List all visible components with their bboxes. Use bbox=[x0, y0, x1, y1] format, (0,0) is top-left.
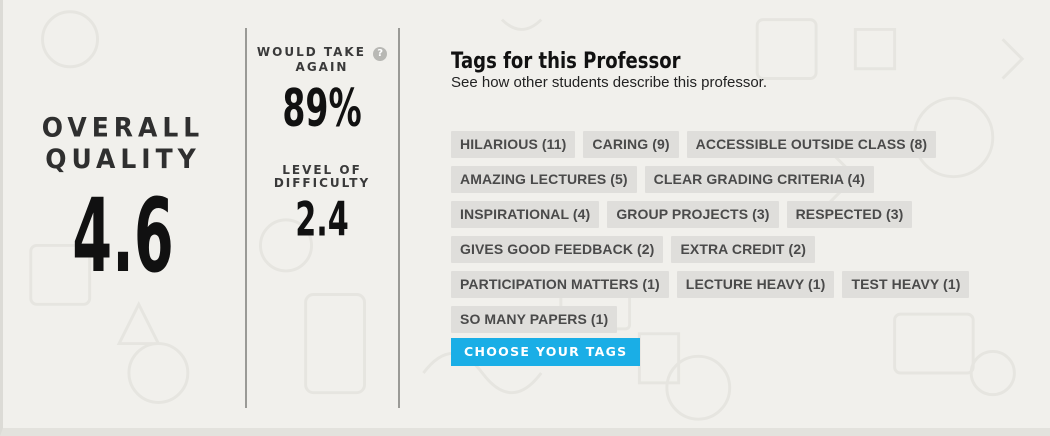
would-take-again-line2: AGAIN bbox=[295, 60, 349, 74]
tags-section: Tags for this Professor See how other st… bbox=[451, 48, 1041, 341]
would-take-again-value: 89% bbox=[282, 77, 362, 139]
tag-item: LECTURE HEAVY (1) bbox=[676, 271, 835, 298]
tag-item: RESPECTED (3) bbox=[786, 201, 913, 228]
tags-subtitle: See how other students describe this pro… bbox=[451, 74, 768, 91]
divider-right bbox=[398, 28, 400, 408]
would-take-again-line1: WOULD TAKE bbox=[256, 45, 366, 59]
difficulty-label-line2: DIFFICULTY bbox=[273, 176, 371, 190]
overall-quality-section: OVERALL QUALITY 4.6 bbox=[23, 113, 223, 297]
tag-item: EXTRA CREDIT (2) bbox=[671, 236, 815, 263]
tag-item: ACCESSIBLE OUTSIDE CLASS (8) bbox=[686, 131, 937, 158]
tag-item: GIVES GOOD FEEDBACK (2) bbox=[451, 236, 664, 263]
tag-item: GROUP PROJECTS (3) bbox=[607, 201, 779, 228]
tag-item: CARING (9) bbox=[583, 131, 679, 158]
tag-item: CLEAR GRADING CRITERIA (4) bbox=[644, 166, 874, 193]
difficulty-value: 2.4 bbox=[295, 192, 349, 247]
divider-left bbox=[245, 28, 247, 408]
tag-item: HILARIOUS (11) bbox=[451, 131, 576, 158]
help-icon[interactable]: ? bbox=[373, 47, 388, 61]
tag-item: SO MANY PAPERS (1) bbox=[451, 306, 618, 333]
tag-item: TEST HEAVY (1) bbox=[842, 271, 970, 298]
difficulty-label: LEVEL OF DIFFICULTY bbox=[249, 164, 395, 190]
tag-item: PARTICIPATION MATTERS (1) bbox=[451, 271, 669, 298]
tag-list: HILARIOUS (11) CARING (9) ACCESSIBLE OUT… bbox=[451, 131, 1036, 341]
tag-item: AMAZING LECTURES (5) bbox=[451, 166, 637, 193]
professor-rating-card: OVERALL QUALITY 4.6 WOULD TAKE ? AGAIN 8… bbox=[0, 0, 1050, 436]
choose-your-tags-button[interactable]: CHOOSE YOUR TAGS bbox=[451, 338, 641, 366]
stats-section: WOULD TAKE ? AGAIN 89% LEVEL OF DIFFICUL… bbox=[249, 46, 395, 247]
would-take-again-label: WOULD TAKE ? AGAIN bbox=[249, 46, 395, 74]
tag-item: INSPIRATIONAL (4) bbox=[451, 201, 600, 228]
overall-label-line2: QUALITY bbox=[45, 144, 201, 175]
overall-quality-label: OVERALL QUALITY bbox=[23, 113, 223, 176]
tags-title: Tags for this Professor bbox=[451, 49, 681, 74]
overall-quality-score: 4.6 bbox=[72, 178, 174, 296]
overall-label-line1: OVERALL bbox=[41, 112, 205, 143]
